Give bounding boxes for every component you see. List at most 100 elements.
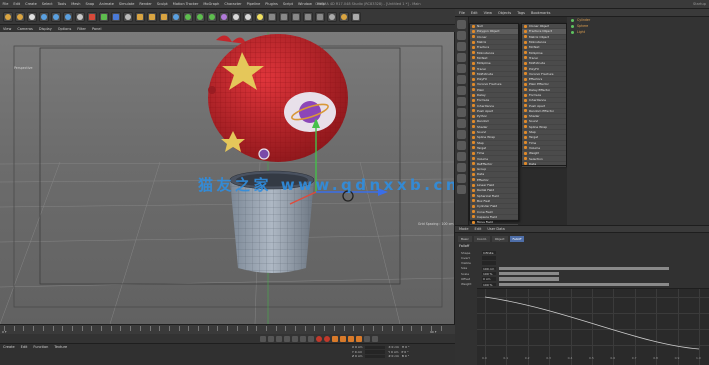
previous-key-icon[interactable]	[268, 335, 274, 342]
objmgr-menu-edit[interactable]: Edit	[471, 11, 478, 15]
random-effector-icon[interactable]	[457, 108, 466, 117]
menu-plugins[interactable]: Plugins	[263, 2, 281, 6]
render-settings-icon[interactable]	[159, 11, 169, 22]
menu-tools[interactable]: Tools	[55, 2, 69, 6]
pig-object[interactable]	[208, 34, 348, 162]
menu-motion-tracker[interactable]: Motion Tracker	[170, 2, 201, 6]
coord-pos-z-field[interactable]	[365, 354, 386, 358]
plain-effector-icon[interactable]	[457, 97, 466, 106]
time-effector-icon[interactable]	[457, 152, 466, 161]
material-menu-function[interactable]: Function	[33, 345, 48, 349]
tab-coord[interactable]: Coord.	[473, 236, 490, 242]
coord-pos-y-field[interactable]	[365, 350, 386, 354]
viewport-menu-options[interactable]: Options	[58, 27, 72, 31]
attribute-slider[interactable]	[499, 277, 559, 281]
material-menu-edit[interactable]: Edit	[21, 345, 28, 349]
attribute-field[interactable]: 100 %	[482, 271, 496, 276]
mode-points-icon[interactable]	[291, 11, 301, 22]
viewport-menu-filter[interactable]: Filter	[77, 27, 86, 31]
move-icon[interactable]	[39, 11, 49, 22]
y-axis-icon[interactable]	[99, 11, 109, 22]
next-frame-icon[interactable]	[292, 335, 298, 342]
scale-key-icon[interactable]	[348, 335, 354, 342]
tracer-icon[interactable]	[457, 64, 466, 73]
material-menu-create[interactable]: Create	[3, 345, 15, 349]
deformer-icon[interactable]	[219, 11, 229, 22]
camera-icon[interactable]	[243, 11, 253, 22]
attribute-slider[interactable]	[499, 266, 669, 271]
target-effector-icon[interactable]	[457, 174, 466, 183]
coord-pos-x-field[interactable]	[365, 345, 386, 349]
attribute-field[interactable]: 100 cm	[482, 266, 496, 271]
objmgr-menu-bookmarks[interactable]: Bookmarks	[531, 11, 551, 15]
object-row-light[interactable]: Light	[567, 29, 709, 35]
position-key-icon[interactable]	[340, 335, 346, 342]
previous-frame-icon[interactable]	[276, 335, 282, 342]
attr-menu-edit[interactable]: Edit	[475, 227, 482, 231]
record-icon[interactable]	[316, 335, 322, 342]
light-icon[interactable]	[255, 11, 265, 22]
rotate-icon[interactable]	[63, 11, 73, 22]
pen-icon[interactable]	[183, 11, 193, 22]
param-key-icon[interactable]	[364, 335, 370, 342]
cube-icon[interactable]	[171, 11, 181, 22]
coordinate-system-icon[interactable]	[123, 11, 133, 22]
objmgr-menu-objects[interactable]: Objects	[498, 11, 511, 15]
rotation-key-icon[interactable]	[356, 335, 362, 342]
attribute-slider[interactable]	[499, 282, 669, 287]
mode-edges-icon[interactable]	[303, 11, 313, 22]
next-key-icon[interactable]	[300, 335, 306, 342]
autokey-icon[interactable]	[324, 335, 330, 342]
objmgr-menu-file[interactable]: File	[459, 11, 465, 15]
x-axis-icon[interactable]	[87, 11, 97, 22]
attribute-field[interactable]: Infinite	[482, 250, 496, 255]
falloff-graph[interactable]: 0.0 0.1 0.2 0.3 0.4 0.5 0.6 0.7 0.8 0.9 1.0	[477, 288, 709, 365]
attribute-field[interactable]: 100 %	[482, 282, 496, 287]
tab-object[interactable]: Object	[491, 236, 508, 242]
workplane-icon[interactable]	[351, 11, 361, 22]
scale-icon[interactable]	[51, 11, 61, 22]
viewport-menu-view[interactable]: View	[3, 27, 11, 31]
viewport-menu-panel[interactable]: Panel	[92, 27, 101, 31]
attribute-field[interactable]: 0 cm	[482, 277, 496, 281]
viewport-menu-display[interactable]: Display	[39, 27, 52, 31]
floor-icon[interactable]	[231, 11, 241, 22]
menu-character[interactable]: Character	[222, 2, 244, 6]
visibility-icon[interactable]	[571, 24, 574, 28]
layout-label[interactable]: Startup	[693, 2, 706, 6]
delay-effector-icon[interactable]	[457, 130, 466, 139]
point-key-icon[interactable]	[372, 335, 378, 342]
menu-mograph[interactable]: MoGraph	[201, 2, 222, 6]
menu-create[interactable]: Create	[23, 2, 40, 6]
live-select-icon[interactable]	[27, 11, 37, 22]
mode-model-icon[interactable]	[267, 11, 277, 22]
matrix-icon[interactable]	[457, 31, 466, 40]
step-effector-icon[interactable]	[457, 141, 466, 150]
volume-effector-icon[interactable]	[457, 163, 466, 172]
visibility-icon[interactable]	[571, 18, 574, 22]
menu-window[interactable]: Window	[296, 2, 315, 6]
render-view-icon[interactable]	[135, 11, 145, 22]
last-tool-icon[interactable]	[75, 11, 85, 22]
attr-menu-user-data[interactable]: User Data	[487, 227, 504, 231]
attribute-slider[interactable]	[499, 271, 559, 276]
z-axis-icon[interactable]	[111, 11, 121, 22]
render-picture-viewer-icon[interactable]	[147, 11, 157, 22]
undo-icon[interactable]	[3, 11, 13, 22]
menu-file[interactable]: File	[0, 2, 11, 6]
tab-basic[interactable]: Basic	[458, 236, 472, 242]
redo-icon[interactable]	[15, 11, 25, 22]
tab-falloff[interactable]: Falloff	[509, 236, 525, 242]
menu-render[interactable]: Render	[137, 2, 154, 6]
go-to-start-icon[interactable]	[260, 335, 266, 342]
cloner-icon[interactable]	[457, 20, 466, 29]
mode-polygons-icon[interactable]	[315, 11, 325, 22]
menu-snap[interactable]: Snap	[83, 2, 97, 6]
keyframe-selection-icon[interactable]	[332, 335, 338, 342]
perspective-viewport[interactable]: Perspective Grid Spacing : 100 cm 猫友之家 w…	[0, 32, 455, 324]
polyfx-icon[interactable]	[457, 86, 466, 95]
attribute-field[interactable]	[482, 256, 496, 260]
go-to-end-icon[interactable]	[308, 335, 314, 342]
mograph-menu-item[interactable]: Data	[522, 162, 566, 168]
attr-menu-mode[interactable]: Mode	[459, 227, 469, 231]
